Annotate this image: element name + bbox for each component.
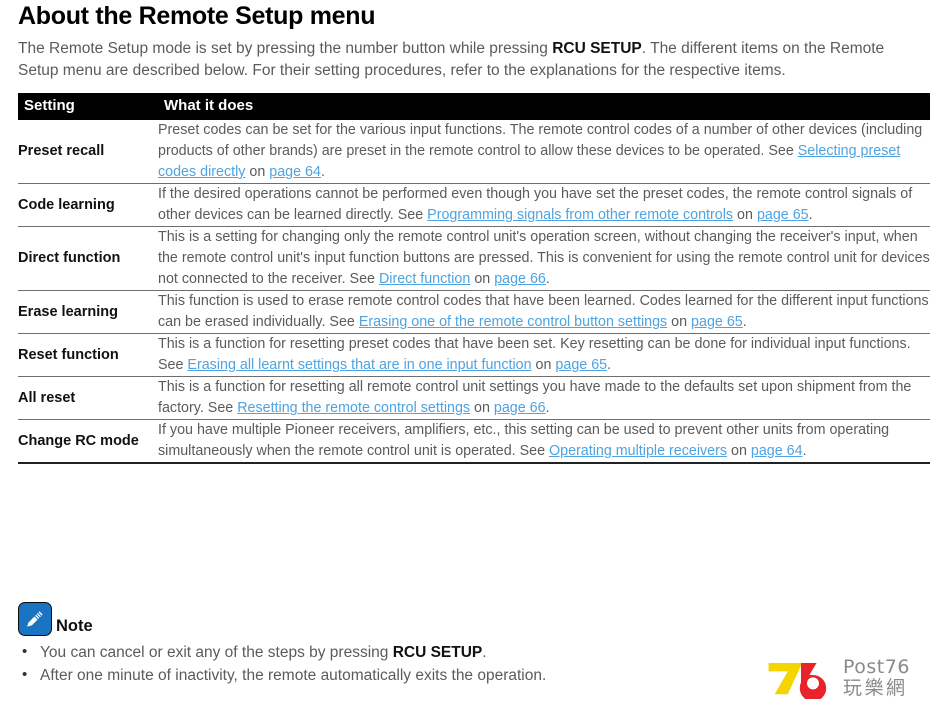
setting-description-cell: Preset codes can be set for the various … bbox=[158, 120, 930, 184]
cross-reference-link[interactable]: Resetting the remote control settings bbox=[237, 400, 470, 416]
setting-description-cell: This is a function for resetting preset … bbox=[158, 334, 930, 377]
cross-reference-link[interactable]: page 65 bbox=[757, 207, 809, 223]
setting-name-cell: Erase learning bbox=[18, 303, 118, 320]
note-bullet-item: After one minute of inactivity, the remo… bbox=[18, 663, 718, 687]
table-row: Preset recall Preset codes can be set for… bbox=[18, 120, 930, 184]
intro-text-run: The Remote Setup mode is set by pressing… bbox=[18, 40, 553, 57]
table-row: Erase learning This function is used to e… bbox=[18, 291, 930, 334]
remote-setup-settings-table: Setting What it does Preset recall Preset… bbox=[18, 93, 930, 464]
note-label: Note bbox=[56, 617, 93, 635]
pencil-note-icon bbox=[18, 602, 52, 636]
cross-reference-link[interactable]: page 64 bbox=[751, 443, 803, 459]
note-block: Note You can cancel or exit any of the s… bbox=[18, 600, 718, 687]
description-text-run: . bbox=[320, 164, 325, 180]
note-bullet-item: You can cancel or exit any of the steps … bbox=[18, 640, 718, 664]
setting-description-cell: If you have multiple Pioneer receivers, … bbox=[158, 420, 930, 464]
cross-reference-link[interactable]: Programming signals from other remote co… bbox=[427, 207, 733, 223]
table-row: Direct function This is a setting for cha… bbox=[18, 227, 930, 291]
description-text-run: . bbox=[808, 207, 813, 223]
setting-name-cell: Reset function bbox=[18, 346, 119, 363]
intro-paragraph: The Remote Setup mode is set by pressing… bbox=[18, 38, 918, 81]
table-head: Setting What it does bbox=[18, 93, 930, 120]
note-list: You can cancel or exit any of the steps … bbox=[18, 640, 718, 687]
post76-watermark: Post76 玩樂網 bbox=[765, 650, 945, 706]
description-text-run: on bbox=[531, 357, 556, 373]
cross-reference-link[interactable]: page 66 bbox=[494, 271, 546, 287]
setting-name-cell: All reset bbox=[18, 389, 76, 406]
description-text-run: . bbox=[802, 443, 807, 459]
cross-reference-link[interactable]: page 64 bbox=[269, 164, 321, 180]
table-row: Code learning If the desired operations c… bbox=[18, 184, 930, 227]
cross-reference-link[interactable]: Erasing all learnt settings that are in … bbox=[187, 357, 531, 373]
post76-wordmark: Post76 玩樂網 bbox=[843, 658, 910, 698]
cross-reference-link[interactable]: Erasing one of the remote control button… bbox=[359, 314, 667, 330]
cross-reference-link[interactable]: page 65 bbox=[691, 314, 743, 330]
table-header-row: Setting What it does bbox=[18, 93, 930, 120]
description-text-run: . bbox=[545, 271, 550, 287]
cross-reference-link[interactable]: Direct function bbox=[379, 271, 470, 287]
table-row: Change RC mode If you have multiple Pione… bbox=[18, 420, 930, 464]
cross-reference-link[interactable]: page 65 bbox=[555, 357, 607, 373]
note-bold-token: RCU SETUP bbox=[392, 644, 483, 661]
setting-name-cell: Change RC mode bbox=[18, 432, 139, 449]
note-header: Note bbox=[18, 600, 718, 636]
description-text-run: on bbox=[470, 400, 494, 416]
post76-wordmark-latin: Post76 bbox=[843, 656, 910, 678]
note-text-run: . bbox=[482, 644, 487, 661]
table-row: Reset function This is a function for res… bbox=[18, 334, 930, 377]
description-text-run: on bbox=[470, 271, 495, 287]
post76-wordmark-cjk: 玩樂網 bbox=[843, 677, 908, 699]
description-text-run: on bbox=[245, 164, 270, 180]
description-text-run: . bbox=[742, 314, 747, 330]
cross-reference-link[interactable]: Operating multiple receivers bbox=[549, 443, 727, 459]
setting-description-cell: This is a setting for changing only the … bbox=[158, 227, 930, 291]
setting-description-cell: This function is used to erase remote co… bbox=[158, 291, 930, 334]
post76-76-logo bbox=[768, 663, 827, 699]
setting-description-cell: If the desired operations cannot be perf… bbox=[158, 184, 930, 227]
column-header-what-it-does: What it does bbox=[158, 93, 930, 120]
description-text-run: on bbox=[667, 314, 692, 330]
note-text-run: After one minute of inactivity, the remo… bbox=[40, 667, 547, 684]
setting-name-cell: Direct function bbox=[18, 250, 121, 266]
document-page: About the Remote Setup menu The Remote S… bbox=[0, 0, 951, 712]
table-row: All reset This is a function for resettin… bbox=[18, 377, 930, 420]
description-text-run: on bbox=[733, 207, 757, 223]
intro-bold-token: RCU SETUP bbox=[552, 40, 642, 57]
note-text-run: You can cancel or exit any of the steps … bbox=[40, 644, 393, 661]
setting-name-cell: Preset recall bbox=[18, 143, 105, 159]
cross-reference-link[interactable]: page 66 bbox=[494, 400, 546, 416]
table-body: Preset recall Preset codes can be set for… bbox=[18, 120, 930, 463]
page-title: About the Remote Setup menu bbox=[18, 2, 376, 30]
column-header-setting: Setting bbox=[18, 93, 158, 120]
setting-description-cell: This is a function for resetting all rem… bbox=[158, 377, 930, 420]
description-text-run: . bbox=[607, 357, 612, 373]
description-text-run: . bbox=[545, 400, 550, 416]
setting-name-cell: Code learning bbox=[18, 196, 115, 213]
description-text-run: on bbox=[727, 443, 751, 459]
